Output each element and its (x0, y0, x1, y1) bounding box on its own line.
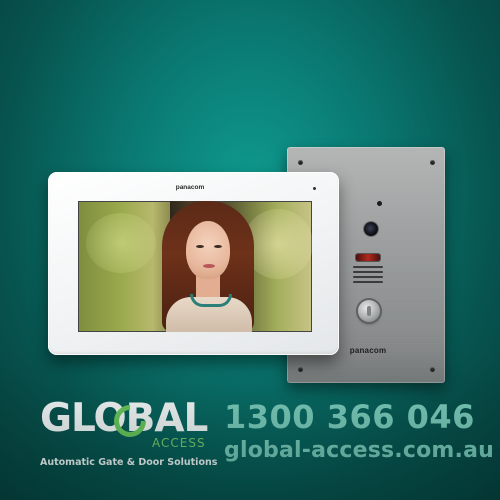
screw-top-left (298, 160, 303, 165)
person-eye-left (196, 245, 204, 248)
ir-led-window (356, 254, 380, 261)
door-station-brand: panacom (349, 346, 387, 355)
monitor-brand: panacom (175, 184, 205, 191)
power-led-icon (313, 187, 316, 190)
person-necklace (190, 294, 232, 307)
website-url: global-access.com.au (224, 438, 495, 463)
brand-tagline: Automatic Gate & Door Solutions (40, 457, 218, 468)
monitor-screen-image (78, 201, 312, 332)
brand-logo-subtext: ACCESS (152, 436, 206, 450)
screw-bottom-left (298, 367, 303, 372)
screw-top-right (430, 160, 435, 165)
call-button[interactable] (358, 300, 380, 322)
bokeh-light (86, 213, 156, 273)
camera-lens-icon (364, 222, 378, 236)
person-face (186, 221, 230, 279)
person-lips (203, 264, 215, 268)
person-eye-right (214, 245, 222, 248)
speaker-grille-icon (353, 266, 383, 290)
product-banner: panacom panacom GLOBAL ACCESS Automatic … (0, 0, 500, 500)
screw-bottom-right (430, 367, 435, 372)
phone-number: 1300 366 046 (224, 398, 475, 436)
